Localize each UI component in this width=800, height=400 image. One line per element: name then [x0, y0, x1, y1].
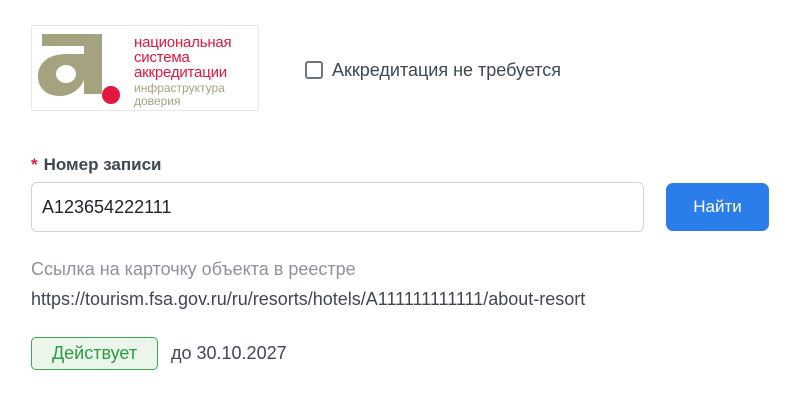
- logo-title-line3: аккредитации: [134, 64, 227, 81]
- logo-title-line2: система: [134, 49, 190, 66]
- status-valid-until: до 30.10.2027: [171, 343, 287, 363]
- accreditation-not-required-option[interactable]: Аккредитация не требуется: [305, 59, 561, 81]
- accreditation-not-required-checkbox[interactable]: [305, 61, 323, 79]
- status-badge: Действует: [31, 337, 158, 370]
- fsa-logo: национальная система аккредитации инфрас…: [31, 25, 259, 111]
- logo-title-line1: национальная: [134, 34, 232, 51]
- accreditation-not-required-label: Аккредитация не требуется: [332, 59, 562, 80]
- find-button[interactable]: Найти: [666, 183, 769, 231]
- record-number-label: * Номер записи: [31, 155, 162, 175]
- registry-link[interactable]: https://tourism.fsa.gov.ru/ru/resorts/ho…: [31, 289, 585, 310]
- registry-link-hint: Ссылка на карточку объекта в реестре: [31, 259, 356, 279]
- record-number-input[interactable]: [31, 182, 644, 232]
- record-number-label-text: Номер записи: [43, 155, 162, 174]
- fsa-logo-mark-icon: [38, 34, 120, 104]
- logo-subtitle-line2: доверия: [134, 94, 181, 108]
- required-mark: *: [31, 155, 38, 174]
